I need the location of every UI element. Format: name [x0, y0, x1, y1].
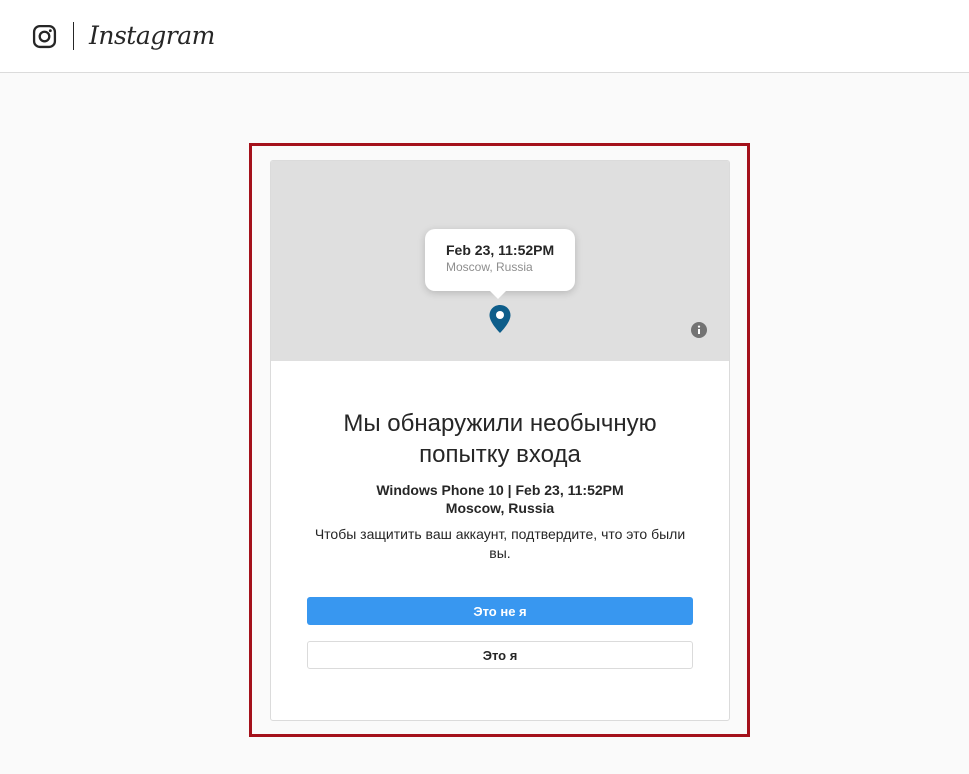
- not-me-button[interactable]: Это не я: [307, 597, 693, 625]
- instagram-camera-icon[interactable]: [32, 24, 57, 49]
- map-pin-icon: [489, 305, 511, 333]
- instagram-wordmark[interactable]: Instagram: [89, 18, 215, 54]
- login-device-info: Windows Phone 10 | Feb 23, 11:52PM: [376, 482, 624, 498]
- it-was-me-button[interactable]: Это я: [307, 641, 693, 669]
- top-nav-bar: Instagram: [0, 0, 969, 73]
- map-location-tooltip: Feb 23, 11:52PM Moscow, Russia: [425, 229, 575, 299]
- tooltip-place: Moscow, Russia: [446, 260, 533, 274]
- logo-divider: [73, 22, 74, 50]
- info-icon[interactable]: [691, 322, 707, 338]
- verification-message: Чтобы защитить ваш аккаунт, подтвердите,…: [314, 526, 686, 561]
- unusual-login-card: Feb 23, 11:52PM Moscow, Russia Мы обнару…: [270, 160, 730, 721]
- login-location: Moscow, Russia: [445, 500, 555, 516]
- alert-heading: Мы обнаружили необычную попытку входа: [343, 410, 657, 468]
- tooltip-date: Feb 23, 11:52PM: [446, 242, 555, 258]
- location-map: Feb 23, 11:52PM Moscow, Russia: [271, 161, 729, 361]
